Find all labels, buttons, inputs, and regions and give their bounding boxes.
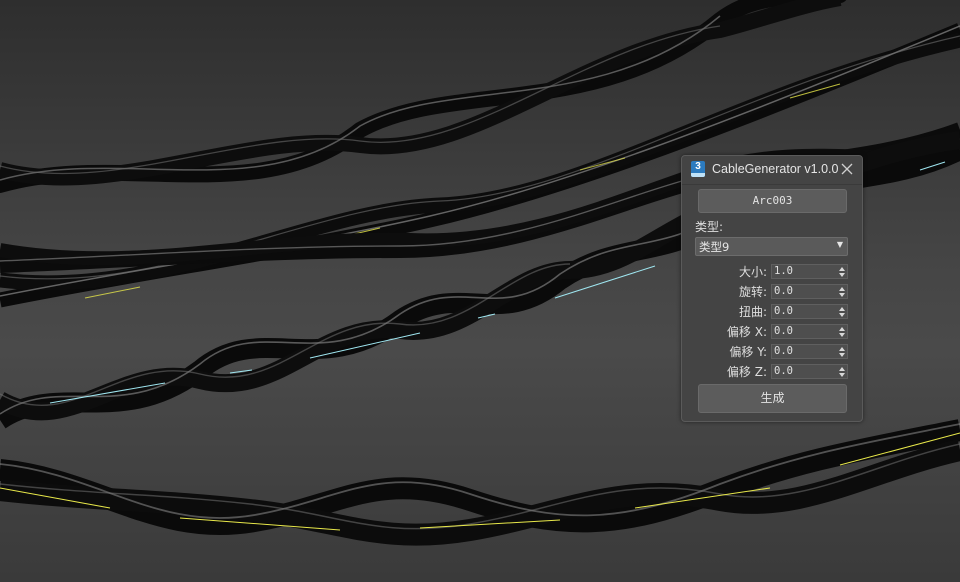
param-label: 偏移 X: xyxy=(726,325,767,339)
panel-titlebar[interactable]: 3 CableGenerator v1.0.0 xyxy=(682,156,862,185)
param-row-offset-y: 偏移 Y: 0.0 xyxy=(682,341,862,361)
spinner-arrows-icon[interactable] xyxy=(838,326,845,337)
cable-generator-panel: 3 CableGenerator v1.0.0 Arc003 类型: 类型9 ▼… xyxy=(681,155,863,422)
param-label: 偏移 Y: xyxy=(729,345,767,359)
param-label: 偏移 Z: xyxy=(726,365,767,379)
offset-x-spinner[interactable]: 0.0 xyxy=(771,324,848,339)
pick-object-button[interactable]: Arc003 xyxy=(698,189,847,213)
type-dropdown-value: 类型9 xyxy=(699,240,730,254)
spinner-arrows-icon[interactable] xyxy=(838,366,845,377)
spinner-arrows-icon[interactable] xyxy=(838,346,845,357)
panel-title: CableGenerator v1.0.0 xyxy=(712,162,839,176)
twist-spinner[interactable]: 0.0 xyxy=(771,304,848,319)
app-icon-text: 3 xyxy=(695,161,701,172)
param-row-size: 大小: 1.0 xyxy=(682,261,862,281)
app-icon-strip xyxy=(691,173,705,177)
param-label: 旋转: xyxy=(738,285,767,299)
3dsmax-app-icon: 3 xyxy=(691,161,705,177)
spinner-value: 0.0 xyxy=(774,285,793,297)
close-icon xyxy=(841,163,853,175)
param-label: 扭曲: xyxy=(738,305,767,319)
param-row-twist: 扭曲: 0.0 xyxy=(682,301,862,321)
spinner-value: 0.0 xyxy=(774,345,793,357)
close-button[interactable] xyxy=(838,160,856,178)
cable-5 xyxy=(0,419,960,546)
param-row-offset-z: 偏移 Z: 0.0 xyxy=(682,361,862,381)
spinner-value: 1.0 xyxy=(774,265,793,277)
size-spinner[interactable]: 1.0 xyxy=(771,264,848,279)
offset-z-spinner[interactable]: 0.0 xyxy=(771,364,848,379)
param-row-rotation: 旋转: 0.0 xyxy=(682,281,862,301)
rotation-spinner[interactable]: 0.0 xyxy=(771,284,848,299)
spinner-value: 0.0 xyxy=(774,365,793,377)
type-dropdown[interactable]: 类型9 ▼ xyxy=(695,237,848,256)
param-label: 大小: xyxy=(738,265,767,279)
dropdown-arrow-icon: ▼ xyxy=(836,240,843,249)
spinner-arrows-icon[interactable] xyxy=(838,286,845,297)
spinner-value: 0.0 xyxy=(774,305,793,317)
spinner-arrows-icon[interactable] xyxy=(838,266,845,277)
spinner-value: 0.0 xyxy=(774,325,793,337)
type-label: 类型: xyxy=(695,220,724,234)
generate-button[interactable]: 生成 xyxy=(698,384,847,413)
param-row-offset-x: 偏移 X: 0.0 xyxy=(682,321,862,341)
spinner-arrows-icon[interactable] xyxy=(838,306,845,317)
offset-y-spinner[interactable]: 0.0 xyxy=(771,344,848,359)
